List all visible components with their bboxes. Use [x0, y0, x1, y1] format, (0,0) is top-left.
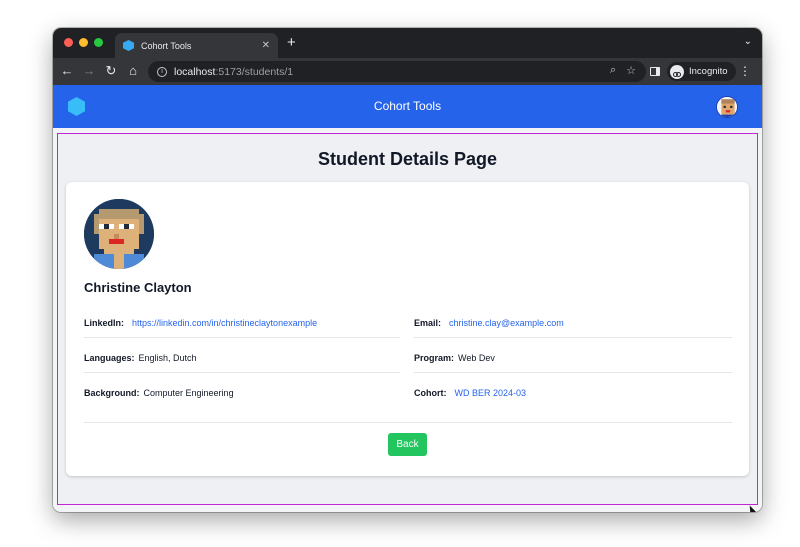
app-navbar: Cohort Tools	[53, 85, 762, 128]
mouse-cursor-icon	[746, 503, 758, 512]
back-button[interactable]: Back	[388, 433, 427, 456]
cohort-label: Cohort:	[414, 388, 447, 398]
url-text: localhost:5173/students/1	[174, 65, 294, 78]
forward-arrow-icon[interactable]: →	[81, 63, 97, 79]
bookmark-star-icon[interactable]: ☆	[626, 64, 636, 77]
linkedin-link[interactable]: https://linkedin.com/in/christineclayton…	[132, 318, 317, 328]
browser-menu-icon[interactable]: ⋮	[739, 64, 751, 78]
user-avatar[interactable]	[716, 96, 738, 118]
home-icon[interactable]: ⌂	[125, 63, 141, 79]
cohort-field: Cohort: WD BER 2024-03	[414, 388, 732, 408]
incognito-label: Incognito	[689, 66, 728, 77]
pixel-avatar-icon	[717, 97, 737, 117]
browser-tab[interactable]: Cohort Tools ✕	[115, 33, 278, 58]
background-field: Background: Computer Engineering	[84, 388, 400, 408]
background-value: Computer Engineering	[143, 388, 234, 398]
page-viewport: Cohort Tools Student Details Page Christ…	[53, 85, 762, 512]
languages-field: Languages: English, Dutch	[84, 353, 400, 373]
program-label: Program:	[414, 353, 455, 363]
back-arrow-icon[interactable]: ←	[59, 63, 75, 79]
cohort-link[interactable]: WD BER 2024-03	[455, 388, 527, 398]
program-value: Web Dev	[458, 353, 495, 363]
email-field: Email: christine.clay@example.com	[414, 318, 732, 338]
reload-icon[interactable]: ↻	[103, 63, 119, 79]
page-content-frame: Student Details Page Christine Clayton L…	[57, 133, 758, 505]
incognito-icon	[670, 64, 684, 79]
email-label: Email:	[414, 318, 442, 328]
close-tab-icon[interactable]: ✕	[262, 40, 270, 51]
email-link[interactable]: christine.clay@example.com	[449, 318, 564, 328]
window-controls	[64, 38, 103, 47]
browser-window: Cohort Tools ✕ + ⌄ ← → ↻ ⌂ i localhost:5…	[53, 28, 762, 512]
site-info-icon[interactable]: i	[157, 66, 167, 77]
languages-value: English, Dutch	[138, 353, 197, 363]
student-name: Christine Clayton	[84, 280, 192, 295]
card-divider	[84, 422, 732, 423]
background-label: Background:	[84, 388, 140, 398]
omnibox-actions: ⌕ ☆	[610, 64, 636, 77]
favicon-icon	[123, 40, 134, 51]
linkedin-field: LinkedIn: https://linkedin.com/in/christi…	[84, 318, 400, 338]
tab-strip: Cohort Tools ✕ + ⌄	[53, 28, 762, 58]
zoom-icon[interactable]: ⌕	[610, 64, 616, 77]
close-window-button[interactable]	[64, 38, 73, 47]
minimize-window-button[interactable]	[79, 38, 88, 47]
side-panel-icon[interactable]	[650, 67, 660, 76]
program-field: Program: Web Dev	[414, 353, 732, 373]
tab-search-chevron-icon[interactable]: ⌄	[744, 36, 752, 47]
pixel-avatar-icon	[84, 199, 154, 269]
new-tab-icon[interactable]: +	[287, 34, 296, 52]
languages-label: Languages:	[84, 353, 135, 363]
linkedin-label: LinkedIn:	[84, 318, 124, 328]
student-details-card: Christine Clayton LinkedIn: https://linke…	[66, 182, 749, 476]
student-avatar	[84, 199, 154, 269]
incognito-indicator[interactable]: Incognito	[667, 62, 736, 81]
browser-toolbar: ← → ↻ ⌂ i localhost:5173/students/1 ⌕ ☆ …	[53, 58, 762, 85]
app-title: Cohort Tools	[373, 99, 442, 113]
page-title: Student Details Page	[317, 149, 498, 169]
maximize-window-button[interactable]	[94, 38, 103, 47]
address-bar[interactable]: i localhost:5173/students/1 ⌕ ☆	[148, 61, 646, 82]
tab-title: Cohort Tools	[141, 40, 192, 51]
